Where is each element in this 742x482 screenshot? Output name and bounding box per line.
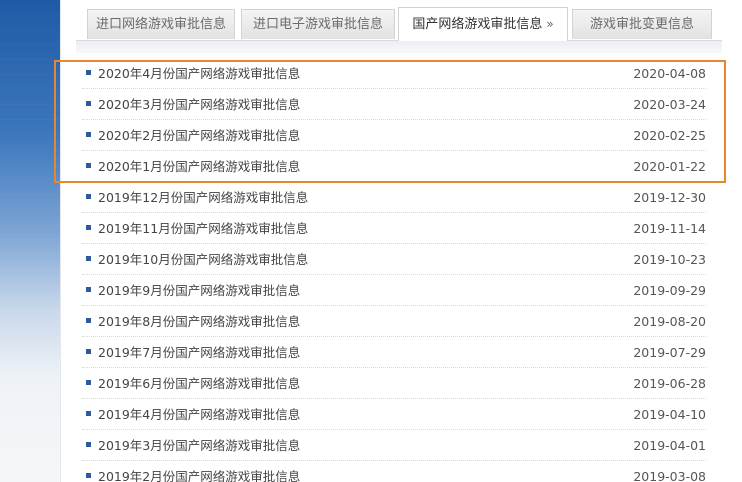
- list-item-date: 2019-04-01: [633, 438, 706, 453]
- list-item[interactable]: 2019年10月份国产网络游戏审批信息 2019-10-23: [82, 244, 706, 275]
- list-item-date: 2020-01-22: [633, 159, 706, 174]
- list-item-date: 2019-07-29: [633, 345, 706, 360]
- list-item[interactable]: 2020年1月份国产网络游戏审批信息 2020-01-22: [82, 151, 706, 182]
- list-item-title-link[interactable]: 2019年10月份国产网络游戏审批信息: [98, 244, 308, 275]
- square-bullet-icon: [86, 442, 91, 447]
- list-item-date: 2019-03-08: [633, 469, 706, 482]
- list-item-title-link[interactable]: 2020年4月份国产网络游戏审批信息: [98, 58, 300, 89]
- side-decoration-band: [0, 0, 61, 482]
- square-bullet-icon: [86, 101, 91, 106]
- square-bullet-icon: [86, 70, 91, 75]
- list-item-title-link[interactable]: 2019年11月份国产网络游戏审批信息: [98, 213, 308, 244]
- tab-label: 游戏审批变更信息: [589, 17, 694, 32]
- square-bullet-icon: [86, 225, 91, 230]
- list-item-title-link[interactable]: 2019年4月份国产网络游戏审批信息: [98, 399, 300, 430]
- list-item[interactable]: 2020年2月份国产网络游戏审批信息 2020-02-25: [82, 120, 706, 151]
- tab-label: 进口网络游戏审批信息: [95, 17, 226, 32]
- list-item-title-link[interactable]: 2019年9月份国产网络游戏审批信息: [98, 275, 300, 306]
- list-item-date: 2019-12-30: [633, 190, 706, 205]
- list-item-date: 2019-10-23: [633, 252, 706, 267]
- tab-label: 进口电子游戏审批信息: [252, 17, 383, 32]
- double-chevron-right-icon: »: [546, 17, 554, 31]
- square-bullet-icon: [86, 256, 91, 261]
- list-item-title-link[interactable]: 2019年6月份国产网络游戏审批信息: [98, 368, 300, 399]
- list-item-title-link[interactable]: 2019年12月份国产网络游戏审批信息: [98, 182, 308, 213]
- list-item-title-link[interactable]: 2020年3月份国产网络游戏审批信息: [98, 89, 300, 120]
- square-bullet-icon: [86, 163, 91, 168]
- square-bullet-icon: [86, 411, 91, 416]
- tab-content-header-bar: [76, 41, 722, 53]
- list-item[interactable]: 2019年11月份国产网络游戏审批信息 2019-11-14: [82, 213, 706, 244]
- approval-list: 2020年4月份国产网络游戏审批信息 2020-04-08 2020年3月份国产…: [76, 58, 722, 482]
- list-item[interactable]: 2019年2月份国产网络游戏审批信息 2019-03-08: [82, 461, 706, 482]
- list-item-title-link[interactable]: 2019年3月份国产网络游戏审批信息: [98, 430, 300, 461]
- list-item-title-link[interactable]: 2020年1月份国产网络游戏审批信息: [98, 151, 300, 182]
- list-item[interactable]: 2019年12月份国产网络游戏审批信息 2019-12-30: [82, 182, 706, 213]
- square-bullet-icon: [86, 380, 91, 385]
- square-bullet-icon: [86, 473, 91, 478]
- tab-label: 国产网络游戏审批信息: [412, 17, 543, 32]
- page: 进口网络游戏审批信息 进口电子游戏审批信息 国产网络游戏审批信息» 游戏审批变更…: [0, 0, 742, 482]
- list-item-title-link[interactable]: 2019年2月份国产网络游戏审批信息: [98, 461, 300, 482]
- square-bullet-icon: [86, 194, 91, 199]
- list-item[interactable]: 2019年3月份国产网络游戏审批信息 2019-04-01: [82, 430, 706, 461]
- list-item[interactable]: 2019年6月份国产网络游戏审批信息 2019-06-28: [82, 368, 706, 399]
- list-item-date: 2020-04-08: [633, 66, 706, 81]
- list-item-date: 2020-03-24: [633, 97, 706, 112]
- square-bullet-icon: [86, 318, 91, 323]
- tab-domestic-online-games[interactable]: 国产网络游戏审批信息»: [398, 7, 568, 41]
- tab-bar: 进口网络游戏审批信息 进口电子游戏审批信息 国产网络游戏审批信息» 游戏审批变更…: [76, 0, 722, 41]
- list-item[interactable]: 2020年3月份国产网络游戏审批信息 2020-03-24: [82, 89, 706, 120]
- list-item-title-link[interactable]: 2020年2月份国产网络游戏审批信息: [98, 120, 300, 151]
- tab-game-approval-changes[interactable]: 游戏审批变更信息: [572, 9, 712, 39]
- list-item-date: 2019-09-29: [633, 283, 706, 298]
- square-bullet-icon: [86, 349, 91, 354]
- list-item[interactable]: 2020年4月份国产网络游戏审批信息 2020-04-08: [82, 58, 706, 89]
- list-item-date: 2019-08-20: [633, 314, 706, 329]
- list-item[interactable]: 2019年8月份国产网络游戏审批信息 2019-08-20: [82, 306, 706, 337]
- list-item-date: 2019-06-28: [633, 376, 706, 391]
- list-item-date: 2019-04-10: [633, 407, 706, 422]
- square-bullet-icon: [86, 132, 91, 137]
- list-item[interactable]: 2019年9月份国产网络游戏审批信息 2019-09-29: [82, 275, 706, 306]
- list-item[interactable]: 2019年7月份国产网络游戏审批信息 2019-07-29: [82, 337, 706, 368]
- square-bullet-icon: [86, 287, 91, 292]
- tab-imported-online-games[interactable]: 进口网络游戏审批信息: [87, 9, 235, 39]
- list-item[interactable]: 2019年4月份国产网络游戏审批信息 2019-04-10: [82, 399, 706, 430]
- tab-imported-electronic-games[interactable]: 进口电子游戏审批信息: [241, 9, 395, 39]
- list-item-date: 2019-11-14: [633, 221, 706, 236]
- list-item-date: 2020-02-25: [633, 128, 706, 143]
- list-item-title-link[interactable]: 2019年7月份国产网络游戏审批信息: [98, 337, 300, 368]
- list-item-title-link[interactable]: 2019年8月份国产网络游戏审批信息: [98, 306, 300, 337]
